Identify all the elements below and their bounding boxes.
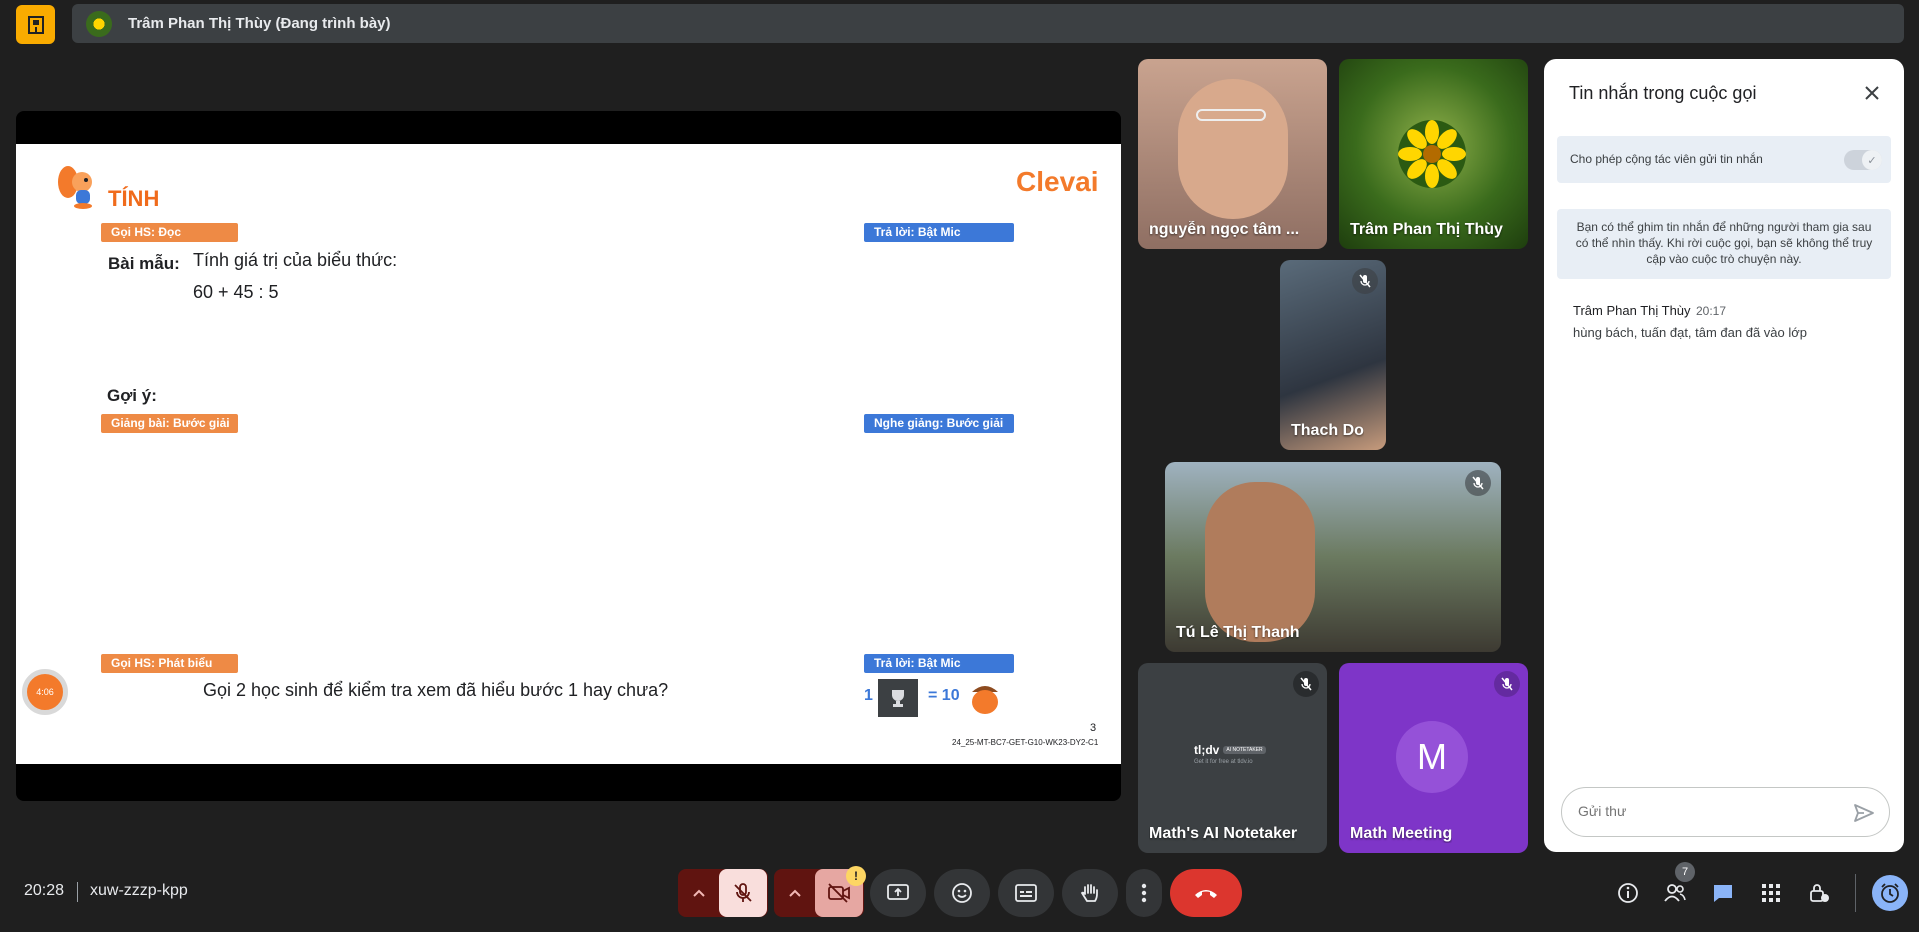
mic-control-group (678, 869, 768, 917)
top-bar: Trâm Phan Thị Thùy (Đang trình bày) (0, 0, 1919, 46)
allow-messages-toggle[interactable]: ✓ (1844, 150, 1882, 170)
divider (1855, 874, 1856, 912)
close-icon[interactable] (1856, 77, 1888, 109)
bai-mau-label: Bài mẫu: (108, 254, 180, 273)
meeting-home-icon[interactable] (16, 5, 55, 44)
presenter-name: Trâm Phan Thị Thùy (Đang trình bày) (128, 15, 391, 32)
flower-avatar-icon (1398, 120, 1466, 188)
pin-info-box: Bạn có thể ghim tin nhắn để những người … (1557, 209, 1891, 279)
chat-title: Tin nhắn trong cuộc gọi (1569, 83, 1757, 103)
trophy-icon (878, 679, 918, 717)
allow-messages-setting: Cho phép cộng tác viên gửi tin nhắn ✓ (1557, 136, 1891, 183)
presenter-banner[interactable]: Trâm Phan Thị Thùy (Đang trình bày) (72, 4, 1904, 43)
participant-tile[interactable]: M Math Meeting (1339, 663, 1528, 853)
allow-messages-label: Cho phép cộng tác viên gửi tin nhắn (1570, 152, 1763, 166)
slide-timer: 4:06 (22, 669, 68, 715)
current-time: 20:28 (24, 882, 65, 899)
chat-icon[interactable] (1707, 877, 1739, 909)
participant-tile[interactable]: tl;dv AI NOTETAKER Get it for free at tl… (1138, 663, 1327, 853)
companion-timer-icon[interactable] (1872, 875, 1908, 911)
page-number: 3 (1090, 722, 1097, 734)
reward-value: = 10 (928, 687, 960, 704)
slide-question: Gọi 2 học sinh để kiểm tra xem đã hiểu b… (203, 680, 669, 700)
participant-name: Tú Lê Thị Thanh (1176, 624, 1300, 641)
participant-tile[interactable]: nguyễn ngọc tâm ... (1138, 59, 1327, 249)
camera-off-icon (828, 883, 850, 903)
end-call-icon (1195, 890, 1217, 898)
emoji-icon (952, 883, 972, 903)
brand-logo: Clevai (1016, 166, 1099, 197)
glasses-shape (1196, 109, 1266, 121)
meeting-info-icon[interactable] (1612, 877, 1644, 909)
emoji-reaction-button[interactable] (934, 869, 990, 917)
more-vert-icon (1141, 883, 1147, 903)
participant-name: Thach Do (1291, 422, 1364, 439)
participant-tile[interactable]: Trâm Phan Thị Thùy (1339, 59, 1528, 249)
captions-icon (1015, 884, 1037, 902)
mic-off-icon (1352, 268, 1378, 294)
mic-off-icon (1465, 470, 1491, 496)
avatar: M (1396, 721, 1468, 793)
tldv-logo: tl;dv AI NOTETAKER (1194, 743, 1266, 757)
message-sender: Trâm Phan Thị Thùy (1573, 303, 1691, 318)
slide-code: 24_25-MT-BC7-GET-G10-WK23-DY2-C1 (952, 738, 1099, 747)
present-screen-button[interactable] (870, 869, 926, 917)
microphone-off-button[interactable] (719, 869, 767, 917)
tag-nghe-giang: Nghe giảng: Bước giải (864, 414, 1014, 433)
host-controls-icon[interactable] (1803, 877, 1835, 909)
meeting-code: xuw-zzzp-kpp (90, 882, 188, 899)
camera-warning-badge: ! (846, 866, 866, 886)
participant-name: Math Meeting (1350, 825, 1453, 842)
reward-count: 1 (864, 687, 873, 704)
more-options-button[interactable] (1126, 869, 1162, 917)
goi-y-label: Gợi ý: (107, 386, 157, 405)
tldv-logo-text: tl;dv (1194, 743, 1220, 757)
expression: 60 + 45 : 5 (193, 282, 279, 302)
people-count-badge: 7 (1675, 862, 1695, 882)
raise-hand-icon (1080, 884, 1098, 902)
tag-tra-loi-1: Trả lời: Bật Mic (864, 223, 1014, 242)
bai-mau-text: Tính giá trị của biểu thức: (193, 250, 398, 270)
tag-tra-loi-2: Trả lời: Bật Mic (864, 654, 1014, 673)
mic-off-icon (1494, 671, 1520, 697)
participant-tile[interactable]: Thach Do (1280, 260, 1386, 450)
present-screen-icon (887, 884, 909, 900)
leave-call-button[interactable] (1170, 869, 1242, 917)
participant-name: nguyễn ngọc tâm ... (1149, 221, 1300, 238)
participant-name: Math's AI Notetaker (1149, 825, 1298, 842)
message-text: hùng bách, tuấn đạt, tâm đan đã vào lớp (1573, 325, 1808, 340)
divider (77, 882, 78, 902)
message-time: 20:17 (1696, 304, 1727, 318)
tldv-tagline: Get it for free at tldv.io (1194, 759, 1253, 765)
send-icon[interactable] (1852, 801, 1876, 825)
captions-button[interactable] (998, 869, 1054, 917)
chevron-up-icon[interactable] (775, 889, 815, 897)
tag-giang-bai: Giảng bài: Bước giải (101, 414, 238, 433)
activities-icon[interactable] (1755, 877, 1787, 909)
mic-off-icon (1293, 671, 1319, 697)
mic-off-icon (734, 883, 752, 902)
tag-goi-phat-bieu: Gọi HS: Phát biểu (101, 654, 238, 673)
tldv-logo-badge: AI NOTETAKER (1223, 746, 1266, 754)
participant-video (1205, 482, 1315, 642)
squirrel-mascot-icon (58, 166, 92, 209)
slide-section-title: TÍNH (108, 186, 160, 211)
acorn-icon (972, 686, 998, 714)
slide: TÍNH Clevai Gọi HS: Đọc Trả lời: Bật Mic… (16, 144, 1121, 764)
check-icon: ✓ (1862, 150, 1882, 170)
chat-input[interactable] (1578, 803, 1838, 819)
chat-panel: Tin nhắn trong cuộc gọi Cho phép cộng tá… (1544, 59, 1904, 852)
presenter-avatar (86, 10, 112, 37)
participant-tile[interactable]: Tú Lê Thị Thanh (1165, 462, 1501, 652)
participant-name: Trâm Phan Thị Thùy (1350, 221, 1503, 238)
chevron-up-icon[interactable] (679, 889, 719, 897)
participant-video (1178, 79, 1288, 219)
tag-goi-doc: Gọi HS: Đọc (101, 223, 238, 242)
chat-input-box (1561, 787, 1890, 837)
raise-hand-button[interactable] (1062, 869, 1118, 917)
presentation-stage[interactable]: TÍNH Clevai Gọi HS: Đọc Trả lời: Bật Mic… (16, 111, 1121, 801)
bottom-bar: 20:28 xuw-zzzp-kpp ! 7 (0, 862, 1919, 932)
